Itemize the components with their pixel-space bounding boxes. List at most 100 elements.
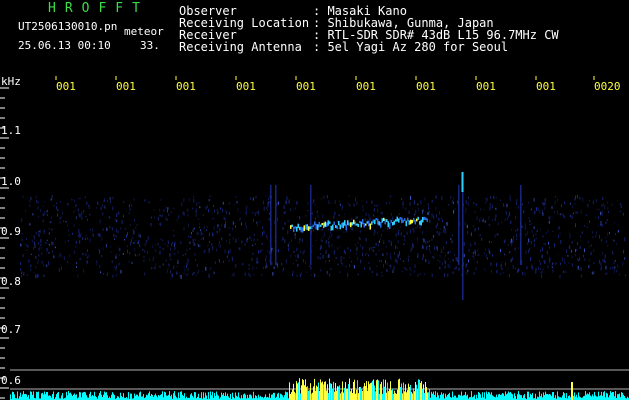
noise-pixel xyxy=(71,198,73,201)
noise-pixel xyxy=(109,197,111,200)
noise-pixel xyxy=(353,203,355,207)
noise-pixel xyxy=(614,221,615,224)
noise-pixel xyxy=(46,264,48,267)
noise-pixel xyxy=(40,208,42,213)
noise-pixel xyxy=(347,247,349,250)
noise-pixel xyxy=(449,251,451,253)
noise-pixel xyxy=(241,240,243,244)
amplitude-bar xyxy=(351,388,352,400)
amplitude-bar xyxy=(113,393,114,400)
amplitude-bar xyxy=(449,392,450,400)
amplitude-bar xyxy=(406,392,407,400)
noise-pixel xyxy=(268,250,270,254)
echo-pixel xyxy=(380,222,382,228)
amplitude-bar xyxy=(325,381,326,400)
noise-pixel xyxy=(601,224,603,227)
noise-pixel xyxy=(357,273,359,276)
amplitude-bar xyxy=(300,393,301,400)
noise-pixel xyxy=(625,274,626,277)
amplitude-bar xyxy=(350,391,351,400)
noise-pixel xyxy=(231,273,233,277)
amplitude-bar xyxy=(455,395,456,400)
noise-pixel xyxy=(111,260,113,263)
echo-pixel xyxy=(353,219,355,225)
noise-pixel xyxy=(192,273,194,276)
noise-pixel xyxy=(323,195,325,199)
noise-pixel xyxy=(282,270,284,272)
noise-pixel xyxy=(539,210,541,214)
noise-pixel xyxy=(422,257,424,260)
amplitude-bar xyxy=(23,391,24,400)
noise-pixel xyxy=(472,252,474,255)
noise-pixel xyxy=(584,248,585,253)
noise-pixel xyxy=(86,201,88,205)
noise-pixel xyxy=(614,233,616,235)
noise-pixel xyxy=(303,249,305,253)
noise-pixel xyxy=(578,259,580,261)
noise-pixel xyxy=(131,203,133,207)
noise-pixel xyxy=(500,263,502,268)
noise-pixel xyxy=(327,228,329,231)
noise-pixel xyxy=(83,269,85,273)
noise-pixel xyxy=(424,273,426,275)
noise-pixel xyxy=(541,254,543,259)
amplitude-bar xyxy=(223,393,224,400)
noise-pixel xyxy=(225,210,227,213)
noise-pixel xyxy=(346,230,348,233)
amplitude-bar xyxy=(471,391,472,400)
amplitude-bar xyxy=(10,394,11,400)
noise-pixel xyxy=(387,227,389,230)
noise-pixel xyxy=(217,224,219,227)
noise-pixel xyxy=(167,244,169,248)
noise-pixel xyxy=(342,263,344,267)
noise-pixel xyxy=(192,229,194,232)
noise-pixel xyxy=(46,210,48,213)
noise-pixel xyxy=(414,200,416,205)
amplitude-bar xyxy=(151,394,152,400)
noise-pixel xyxy=(114,238,115,240)
noise-pixel xyxy=(467,230,469,234)
noise-pixel xyxy=(38,234,40,237)
echo-pixel xyxy=(411,219,413,224)
noise-pixel xyxy=(187,208,189,212)
noise-pixel xyxy=(245,206,247,210)
noise-pixel xyxy=(35,256,37,259)
noise-pixel xyxy=(134,219,135,222)
noise-pixel xyxy=(284,211,286,214)
noise-pixel xyxy=(405,207,407,211)
noise-pixel xyxy=(290,229,292,231)
noise-pixel xyxy=(33,246,35,250)
noise-pixel xyxy=(339,203,341,207)
noise-pixel xyxy=(65,221,67,223)
noise-pixel xyxy=(177,251,179,254)
amplitude-bar xyxy=(527,391,528,400)
amplitude-bar xyxy=(609,395,610,400)
amplitude-bar xyxy=(514,393,515,400)
noise-pixel xyxy=(207,245,209,247)
noise-pixel xyxy=(130,242,131,246)
noise-pixel xyxy=(60,201,61,204)
amplitude-bar xyxy=(437,392,438,400)
amplitude-bar xyxy=(316,385,317,400)
amplitude-bar xyxy=(198,393,199,400)
amplitude-bar xyxy=(167,395,168,400)
noise-pixel xyxy=(102,247,104,251)
echo-pixel xyxy=(390,219,392,223)
noise-pixel xyxy=(412,243,414,247)
noise-pixel xyxy=(391,213,392,216)
noise-pixel xyxy=(399,251,400,255)
noise-pixel xyxy=(525,233,527,236)
noise-pixel xyxy=(362,205,364,208)
amplitude-bar xyxy=(73,394,74,400)
amplitude-bar xyxy=(299,378,300,400)
noise-pixel xyxy=(254,243,256,245)
noise-pixel xyxy=(554,200,556,205)
amplitude-bar xyxy=(546,393,547,400)
noise-pixel xyxy=(510,220,512,225)
noise-pixel xyxy=(503,240,505,244)
amplitude-bar xyxy=(335,383,336,400)
noise-pixel xyxy=(238,237,240,239)
amplitude-bar xyxy=(338,386,339,400)
noise-pixel xyxy=(398,229,400,232)
noise-pixel xyxy=(489,241,490,243)
